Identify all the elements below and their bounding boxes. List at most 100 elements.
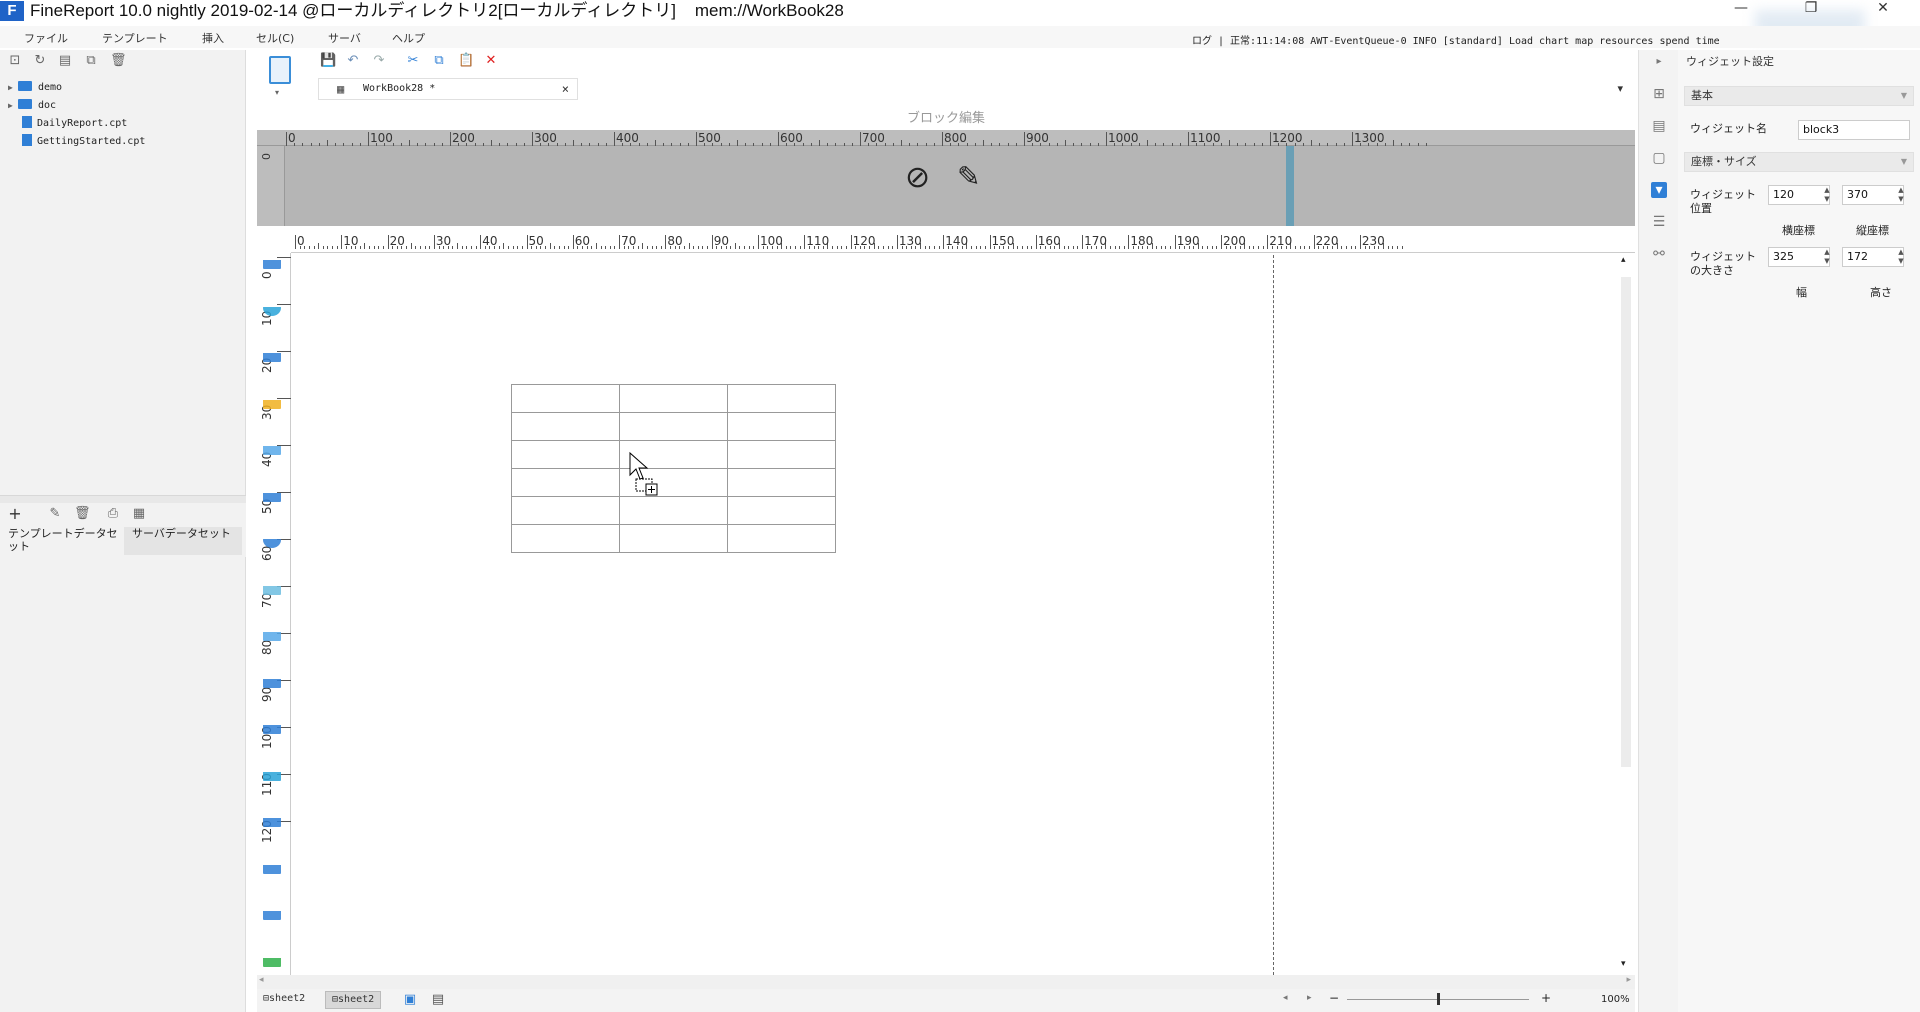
- scroll-left-icon[interactable]: ◂: [259, 975, 264, 985]
- block-edit-area[interactable]: 0 100 200 300 400 500 600 700 800 900 1000 1100 1200…: [257, 130, 1635, 226]
- height-spinner[interactable]: ▲ ▼: [1896, 248, 1906, 266]
- redo-icon[interactable]: ↷: [372, 54, 386, 68]
- tab-template-dataset[interactable]: テンプレートデータセット: [0, 527, 118, 555]
- close-tab-icon[interactable]: ×: [562, 79, 569, 99]
- ruler-minor-tick: [420, 246, 421, 249]
- combo-chart-icon[interactable]: [263, 718, 281, 734]
- pos-x-input[interactable]: 120: [1768, 185, 1830, 205]
- edit-icon[interactable]: ✎: [48, 507, 62, 521]
- expand-arrow-icon[interactable]: ▶: [8, 80, 18, 96]
- heat-map-icon[interactable]: [263, 857, 281, 874]
- maximize-button[interactable]: ❐: [1788, 0, 1834, 22]
- collapse-arrow-icon[interactable]: ▸: [1651, 54, 1667, 70]
- delete-icon[interactable]: 🗑: [110, 54, 127, 68]
- sheet-tab-1[interactable]: ⊟sheet2: [257, 991, 311, 1009]
- hide-eye-icon[interactable]: ⊘: [905, 160, 930, 195]
- close-window-button[interactable]: ✕: [1860, 0, 1906, 22]
- parameter-icon[interactable]: ▦: [132, 507, 146, 521]
- pos-y-input[interactable]: 370: [1842, 185, 1904, 205]
- tab-menu-icon[interactable]: ▾: [1617, 82, 1623, 95]
- pos-x-spinner[interactable]: ▲ ▼: [1822, 186, 1832, 204]
- funnel-chart-icon[interactable]: [263, 950, 281, 967]
- refresh-icon[interactable]: ↻: [33, 54, 47, 68]
- panel-splitter[interactable]: [0, 495, 246, 503]
- report-block-table[interactable]: [511, 384, 836, 553]
- add-sheet-icon[interactable]: ▣: [403, 993, 417, 1007]
- tree-item-dailyreport[interactable]: DailyReport.cpt: [8, 116, 127, 132]
- widget-settings-icon[interactable]: ▾: [1651, 182, 1667, 198]
- height-input[interactable]: 172: [1842, 247, 1904, 267]
- tab-server-dataset[interactable]: サーバデータセット: [124, 527, 242, 555]
- scrollbar-thumb[interactable]: [1621, 277, 1631, 767]
- tree-item-doc[interactable]: ▶ doc: [8, 98, 56, 114]
- cell-element-icon[interactable]: ⊞: [1651, 86, 1667, 102]
- open-icon[interactable]: ▤: [58, 54, 72, 68]
- report-block-icon[interactable]: [269, 56, 291, 84]
- pie-chart-icon[interactable]: [263, 299, 281, 316]
- minimize-button[interactable]: —: [1718, 0, 1764, 22]
- expand-arrow-icon[interactable]: ▶: [8, 98, 18, 114]
- area-chart-icon[interactable]: [263, 485, 281, 502]
- zoom-slider-thumb[interactable]: [1437, 993, 1440, 1005]
- cell-attribute-icon[interactable]: ▤: [1651, 118, 1667, 134]
- zoom-in-button[interactable]: +: [1541, 991, 1551, 1005]
- menu-template[interactable]: テンプレート: [102, 30, 168, 46]
- delete-dataset-icon[interactable]: 🗑: [74, 507, 91, 521]
- treemap-icon[interactable]: [263, 904, 281, 920]
- width-spinner[interactable]: ▲ ▼: [1822, 248, 1832, 266]
- radar-chart-icon[interactable]: [263, 578, 281, 595]
- bar-chart-icon[interactable]: [263, 346, 281, 362]
- map-chart-icon[interactable]: [263, 764, 281, 781]
- design-canvas[interactable]: 0 10 20 30 40 50 60 70 80 90 100 110 120 130 140 150 160…: [257, 233, 1635, 975]
- ruler-minor-tick: [983, 140, 984, 146]
- scroll-up-icon[interactable]: ▴: [1621, 255, 1626, 265]
- block-boundary-marker[interactable]: [1286, 146, 1294, 226]
- page-prev-icon[interactable]: ◂: [1283, 993, 1288, 1003]
- ruler-tick: [368, 132, 369, 146]
- line-chart-icon[interactable]: [263, 439, 281, 455]
- copy-icon[interactable]: ⧉: [432, 54, 446, 68]
- width-input[interactable]: 325: [1768, 247, 1830, 267]
- horizontal-scrollbar[interactable]: ◂ ▸: [257, 975, 1635, 989]
- delete-widget-icon[interactable]: ✕: [484, 54, 498, 68]
- undo-icon[interactable]: ↶: [346, 54, 360, 68]
- edit-pencil-icon[interactable]: ✎: [957, 160, 980, 193]
- flow-map-icon[interactable]: [263, 811, 281, 827]
- hyperlink-icon[interactable]: ⚯: [1651, 246, 1667, 262]
- save-icon[interactable]: 💾: [320, 54, 336, 68]
- section-basic[interactable]: 基本 ▼: [1684, 86, 1914, 106]
- page-next-icon[interactable]: ▸: [1307, 993, 1312, 1003]
- float-element-icon[interactable]: ▢: [1651, 150, 1667, 166]
- scroll-right-icon[interactable]: ▸: [1626, 975, 1631, 985]
- ruler-minor-tick: [663, 143, 665, 146]
- scatter-chart-icon[interactable]: [263, 625, 281, 641]
- scroll-down-icon[interactable]: ▾: [1621, 959, 1626, 969]
- pos-y-spinner[interactable]: ▲ ▼: [1896, 186, 1906, 204]
- dropdown-arrow-icon[interactable]: ▾: [275, 88, 279, 97]
- bubble-chart-icon[interactable]: [263, 671, 281, 688]
- zoom-out-button[interactable]: −: [1329, 991, 1339, 1005]
- gauge-chart-icon[interactable]: [263, 532, 281, 548]
- new-folder-icon[interactable]: ⊡: [8, 54, 22, 68]
- menu-cell[interactable]: セル(C): [256, 30, 294, 46]
- widget-name-input[interactable]: block3: [1798, 120, 1910, 140]
- add-dataset-icon[interactable]: +: [8, 506, 22, 522]
- paste-icon[interactable]: 📋: [458, 54, 474, 68]
- horizontal-bar-icon[interactable]: [263, 392, 281, 409]
- section-coordinates[interactable]: 座標・サイズ ▼: [1684, 152, 1914, 172]
- sheet-tab-2[interactable]: ⊟sheet2: [325, 991, 382, 1009]
- tab-workbook28[interactable]: ▦ WorkBook28 * ×: [318, 78, 578, 100]
- tree-item-demo[interactable]: ▶ demo: [8, 80, 62, 96]
- rename-icon[interactable]: ⧉: [84, 54, 98, 68]
- menu-server[interactable]: サーバ: [328, 30, 361, 46]
- add-report-icon[interactable]: ▤: [431, 993, 445, 1007]
- table-widget-icon[interactable]: [263, 253, 281, 269]
- menu-file[interactable]: ファイル: [24, 30, 68, 46]
- menu-insert[interactable]: 挿入: [202, 30, 224, 46]
- preview-icon[interactable]: ⎙: [106, 507, 120, 521]
- cut-icon[interactable]: ✂: [406, 54, 420, 68]
- condition-attribute-icon[interactable]: ☰: [1651, 214, 1667, 230]
- menu-help[interactable]: ヘルプ: [392, 30, 425, 46]
- vertical-scrollbar[interactable]: ▴ ▾: [1617, 253, 1635, 975]
- tree-item-gettingstarted[interactable]: GettingStarted.cpt: [8, 134, 145, 150]
